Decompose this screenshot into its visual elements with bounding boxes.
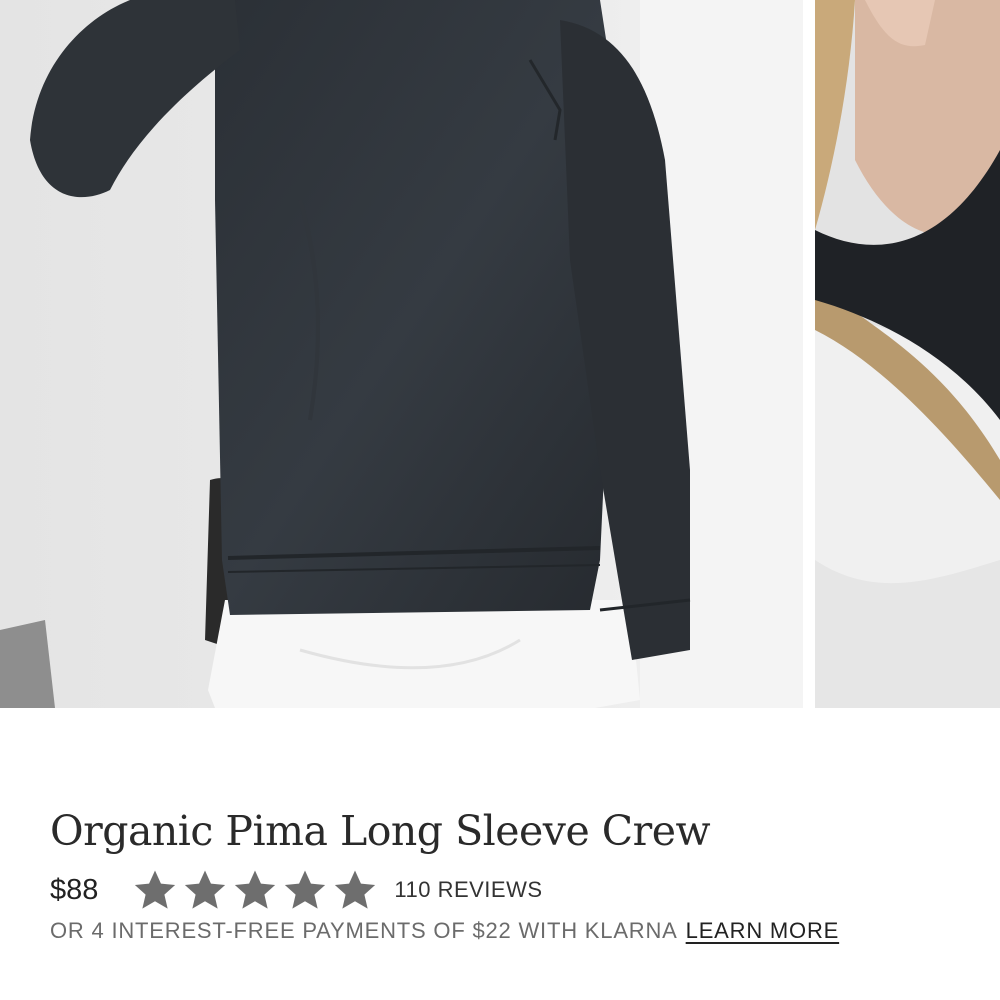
product-photo-front[interactable] (0, 0, 803, 708)
star-icon[interactable] (282, 867, 328, 913)
product-photo-detail-graphic (815, 0, 1000, 708)
star-icon[interactable] (332, 867, 378, 913)
star-icon[interactable] (132, 867, 178, 913)
product-title: Organic Pima Long Sleeve Crew (50, 807, 711, 856)
reviews-link[interactable]: 110 REVIEWS (394, 877, 542, 903)
price-rating-row: $88 110 REVIEWS (50, 870, 543, 910)
star-icon[interactable] (182, 867, 228, 913)
product-image-gallery[interactable] (0, 0, 1000, 708)
klarna-payment-info: OR 4 INTEREST-FREE PAYMENTS OF $22 WITH … (50, 918, 839, 944)
product-photo-detail[interactable] (815, 0, 1000, 708)
learn-more-link[interactable]: LEARN MORE (686, 918, 839, 943)
klarna-text: OR 4 INTEREST-FREE PAYMENTS OF $22 WITH … (50, 918, 678, 943)
product-price: $88 (50, 873, 99, 906)
star-icon[interactable] (232, 867, 278, 913)
product-photo-front-graphic (0, 0, 803, 708)
star-rating[interactable] (132, 867, 378, 913)
